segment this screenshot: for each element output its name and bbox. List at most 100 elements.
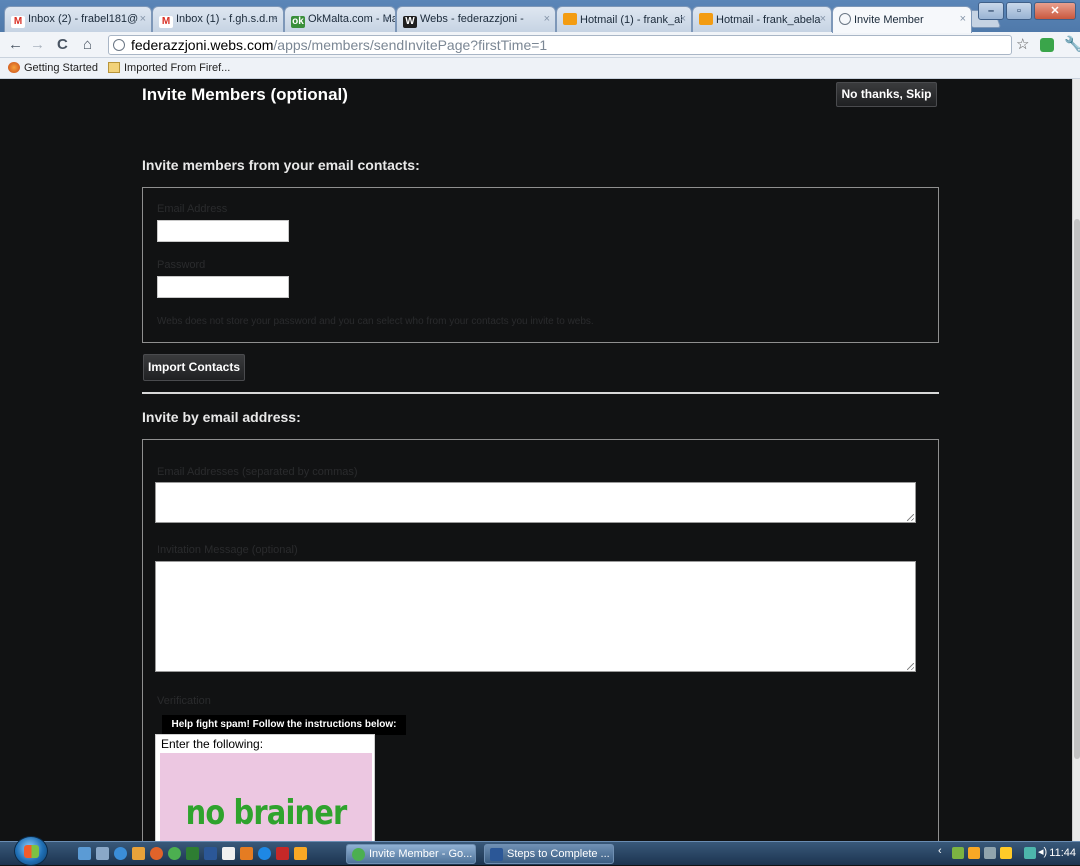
tab-okmalta[interactable]: okOkMalta.com - Malta× <box>284 6 396 32</box>
bookmark-label: Imported From Firef... <box>124 62 231 74</box>
chrome-icon <box>352 848 365 861</box>
captcha-header: Help fight spam! Follow the instructions… <box>162 715 406 735</box>
taskbar-button-invite-member[interactable]: Invite Member - Go... <box>346 844 476 864</box>
tab-close-icon[interactable]: × <box>384 13 390 25</box>
network-icon[interactable] <box>1024 847 1036 859</box>
home-icon[interactable]: ⌂ <box>83 36 92 54</box>
resize-grip-icon[interactable] <box>907 514 914 521</box>
folder-icon[interactable] <box>294 847 307 860</box>
tab-close-icon[interactable]: × <box>680 13 686 25</box>
explorer-icon[interactable] <box>96 847 109 860</box>
minimize-icon[interactable]: – <box>978 2 1004 20</box>
forward-arrow-icon[interactable]: → <box>30 36 45 54</box>
email-label: Email Address <box>157 203 228 215</box>
chrome-icon[interactable] <box>168 847 181 860</box>
tab-title: Invite Member <box>854 14 924 26</box>
page-info-icon[interactable] <box>113 39 125 51</box>
tab-gmail-inbox-1[interactable]: M Inbox (1) - f.gh.s.d.m × <box>152 6 284 32</box>
firefox-icon[interactable] <box>150 847 163 860</box>
address-domain: federazzjoni.webs.com <box>131 37 274 53</box>
window-controls: – ▫ ✕ <box>978 2 1076 20</box>
extension-icon[interactable] <box>1040 38 1054 52</box>
tab-invite-member[interactable]: Invite Member × <box>832 6 972 33</box>
tab-title: Hotmail - frank_abela <box>716 14 821 26</box>
wrench-icon[interactable]: 🔧 <box>1064 36 1080 54</box>
show-desktop-icon[interactable] <box>78 847 91 860</box>
message-label: Invitation Message (optional) <box>157 544 298 556</box>
contacts-heading: Invite members from your email contacts: <box>142 157 420 173</box>
bookmark-getting-started[interactable]: Getting Started <box>8 62 98 74</box>
address-path: /apps/members/sendInvitePage?firstTime=1 <box>273 37 548 53</box>
tray-app-icon[interactable] <box>968 847 980 859</box>
maximize-icon[interactable]: ▫ <box>1006 2 1032 20</box>
tab-title: Inbox (2) - frabel181@ <box>28 13 139 25</box>
password-label: Password <box>157 259 206 271</box>
clock[interactable]: 11:44 <box>1049 847 1076 859</box>
scrollbar-thumb[interactable] <box>1074 219 1080 759</box>
bookmark-star-icon[interactable]: ☆ <box>1016 36 1029 54</box>
import-contacts-panel: Email Address Password Webs does not sto… <box>142 187 939 343</box>
skype-icon[interactable] <box>258 847 271 860</box>
taskbar-button-steps[interactable]: Steps to Complete ... <box>484 844 614 864</box>
hotmail-icon <box>563 13 577 25</box>
taskbar-button-label: Steps to Complete ... <box>507 848 610 860</box>
bookmarks-bar: Getting Started Imported From Firef... <box>0 58 1080 79</box>
tab-gmail-inbox-2[interactable]: M Inbox (2) - frabel181@ × <box>4 6 152 32</box>
skip-button[interactable]: No thanks, Skip <box>836 82 937 107</box>
bookmark-folder-imported[interactable]: Imported From Firef... <box>108 62 230 74</box>
tab-close-icon[interactable]: × <box>272 13 278 25</box>
browser-tabstrip: M Inbox (2) - frabel181@ × M Inbox (1) - f.… <box>0 0 1080 33</box>
acrobat-icon[interactable] <box>276 847 289 860</box>
powerpoint-icon[interactable] <box>240 847 253 860</box>
browser-toolbar: ← → C ⌂ federazzjoni.webs.com/apps/membe… <box>0 32 1080 58</box>
media-icon[interactable] <box>132 847 145 860</box>
tab-title: Inbox (1) - f.gh.s.d.m <box>176 13 278 25</box>
taskbar-button-label: Invite Member - Go... <box>369 848 473 860</box>
firefox-icon <box>8 62 20 73</box>
tray-app-icon[interactable] <box>1000 847 1012 859</box>
tab-close-icon[interactable]: × <box>960 13 966 25</box>
webs-icon: W <box>403 16 417 28</box>
back-arrow-icon[interactable]: ← <box>8 36 23 54</box>
address-bar[interactable]: federazzjoni.webs.com/apps/members/sendI… <box>108 35 1012 55</box>
section-divider <box>142 392 939 394</box>
tab-hotmail-1[interactable]: Hotmail (1) - frank_al × <box>556 6 692 32</box>
internet-explorer-icon[interactable] <box>114 847 127 860</box>
captcha-image: no brainer <box>160 753 372 841</box>
page-title: Invite Members (optional) <box>142 85 348 104</box>
tab-title: Hotmail (1) - frank_al <box>580 14 683 26</box>
tab-webs[interactable]: W Webs - federazzjoni - × <box>396 6 556 32</box>
captcha-instruction: Enter the following: <box>161 737 264 751</box>
vertical-scrollbar[interactable] <box>1072 79 1080 841</box>
page-viewport: Invite Members (optional) No thanks, Ski… <box>0 79 1072 841</box>
import-contacts-button[interactable]: Import Contacts <box>143 354 245 381</box>
verification-label: Verification <box>157 695 211 707</box>
tray-expand-icon[interactable]: ‹ <box>938 845 950 857</box>
word-icon <box>490 848 503 861</box>
notepad-icon[interactable] <box>222 847 235 860</box>
email-addresses-textarea[interactable] <box>155 482 916 523</box>
tab-close-icon[interactable]: × <box>544 13 550 25</box>
contacts-password-input[interactable] <box>157 276 289 298</box>
tray-app-icon[interactable] <box>952 847 964 859</box>
tab-hotmail-2[interactable]: Hotmail - frank_abela × <box>692 6 832 32</box>
captcha-word: no brainer <box>185 793 348 833</box>
tab-close-icon[interactable]: × <box>140 13 146 25</box>
word-icon[interactable] <box>204 847 217 860</box>
contacts-email-input[interactable] <box>157 220 289 242</box>
close-window-icon[interactable]: ✕ <box>1034 2 1076 20</box>
reload-icon[interactable]: C <box>57 36 68 54</box>
start-button[interactable] <box>14 836 48 866</box>
resize-grip-icon[interactable] <box>907 663 914 670</box>
privacy-note: Webs does not store your password and yo… <box>157 316 594 327</box>
excel-icon[interactable] <box>186 847 199 860</box>
tray-mail-icon[interactable] <box>984 847 996 859</box>
globe-icon <box>839 13 851 25</box>
folder-icon <box>108 62 120 73</box>
system-tray: ‹ ◂) 11:44 <box>934 842 1080 865</box>
invitation-message-textarea[interactable] <box>155 561 916 672</box>
tab-title: Webs - federazzjoni - <box>420 13 524 25</box>
bookmark-label: Getting Started <box>24 62 98 74</box>
volume-icon[interactable]: ◂) <box>1038 845 1050 858</box>
tab-close-icon[interactable]: × <box>820 13 826 25</box>
